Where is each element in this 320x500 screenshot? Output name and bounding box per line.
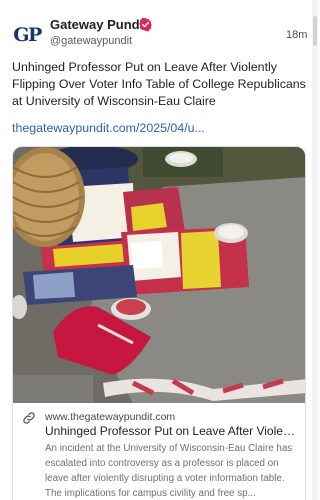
author-name[interactable]: Gateway Pundit [50,17,148,32]
link-preview-meta[interactable]: www.thegatewaypundit.com Unhinged Profes… [13,403,305,500]
avatar-logo-text: GP [13,24,42,46]
link-preview-title[interactable]: Unhinged Professor Put on Leave After Vi… [45,424,301,438]
link-icon [23,412,35,424]
post-link[interactable]: thegatewaypundit.com/2025/04/u... [12,121,205,135]
post-text: Unhinged Professor Put on Leave After Vi… [12,60,306,108]
verified-badge-icon [139,17,152,32]
post[interactable]: GP Gateway Pundit @gatewaypundit 18m Unh… [0,0,318,500]
link-preview-image[interactable] [13,147,306,403]
scrollbar-thumb[interactable] [313,16,317,46]
scrollbar[interactable] [312,0,318,500]
avatar[interactable]: GP [12,20,42,50]
author-handle[interactable]: @gatewaypundit [50,35,132,47]
post-timestamp[interactable]: 18m [286,29,307,41]
link-preview-card[interactable]: www.thegatewaypundit.com Unhinged Profes… [12,146,306,500]
link-preview-description: An incident at the University of Wiscons… [45,443,293,499]
link-preview-domain: www.thegatewaypundit.com [45,411,176,423]
